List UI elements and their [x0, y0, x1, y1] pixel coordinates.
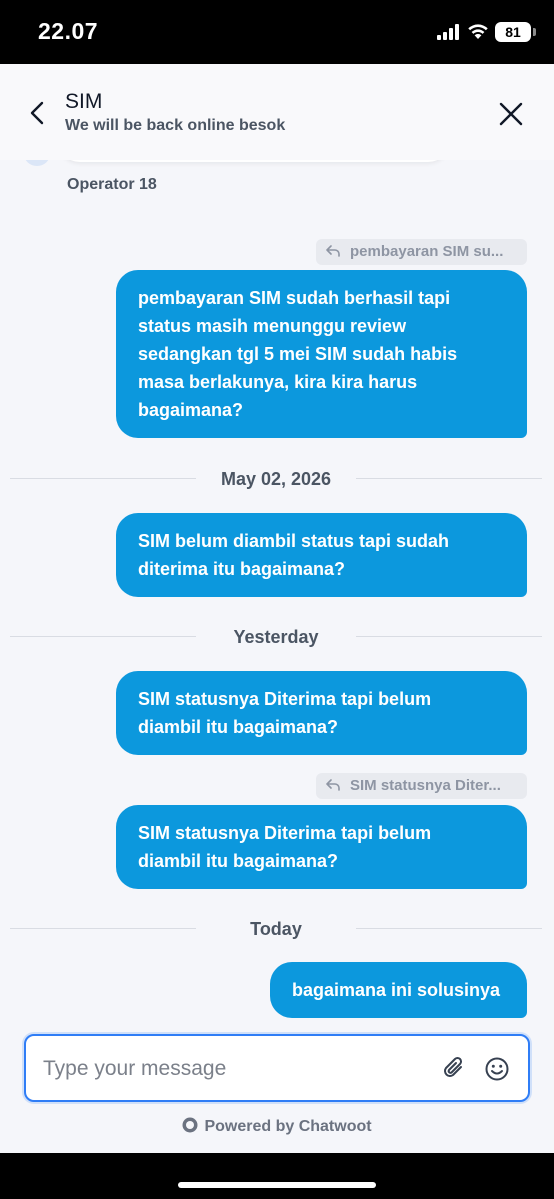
battery-level: 81 — [495, 22, 531, 42]
reply-preview-text: pembayaran SIM su... — [350, 243, 504, 261]
message-line: SIM statusnya Diterima tapi belum — [138, 689, 432, 709]
message-line: SIM statusnya Diterima tapi belum — [138, 823, 432, 843]
back-button[interactable] — [24, 98, 50, 128]
message-line: bagaimana? — [138, 400, 244, 420]
date-divider: May 02, 2026 — [10, 467, 542, 491]
outgoing-message-bubble[interactable]: pembayaran SIM sudah berhasil tapi statu… — [116, 270, 527, 438]
reply-preview-text: SIM statusnya Diter... — [350, 777, 501, 795]
message-input[interactable] — [43, 1054, 423, 1084]
message-line: diambil itu bagaimana? — [138, 851, 339, 871]
chat-header: SIM We will be back online besok — [0, 64, 554, 160]
emoji-smile-icon[interactable] — [483, 1055, 511, 1083]
message-line: sedangkan tgl 5 mei SIM sudah habis — [138, 344, 458, 364]
ios-status-bar: 22.07 81 — [0, 0, 554, 64]
status-time: 22.07 — [38, 18, 99, 44]
message-line: masa berlakunya, kira kira harus — [138, 372, 418, 392]
operator-name: Operator 18 — [67, 176, 157, 193]
date-divider-label: May 02, 2026 — [220, 469, 332, 489]
powered-by-link[interactable]: Powered by Chatwoot — [0, 1117, 554, 1136]
message-line: status masih menunggu review — [138, 316, 407, 336]
reply-icon — [326, 244, 340, 257]
message-line: SIM belum diambil status tapi sudah — [138, 531, 450, 551]
date-divider-label: Yesterday — [233, 627, 319, 647]
reply-icon — [326, 778, 340, 791]
reply-preview[interactable]: SIM statusnya Diter... — [316, 773, 527, 799]
chatwoot-logo-icon — [182, 1117, 198, 1133]
outgoing-message-bubble[interactable]: bagaimana ini solusinya — [270, 962, 527, 1018]
home-bar — [0, 1153, 554, 1199]
availability-status: We will be back online besok — [65, 117, 286, 134]
battery-tip — [533, 28, 536, 36]
chat-title: SIM — [65, 90, 103, 113]
message-composer — [24, 1034, 530, 1102]
date-divider: Yesterday — [10, 625, 542, 649]
date-divider: Today — [10, 917, 542, 941]
chat-window: SIM We will be back online besok Operato… — [0, 64, 554, 1153]
message-line: diterima itu bagaimana? — [138, 559, 346, 579]
outgoing-message-bubble[interactable]: SIM statusnya Diterima tapi belum diambi… — [116, 805, 527, 889]
message-line: pembayaran SIM sudah berhasil tapi — [138, 288, 451, 308]
attach-paperclip-icon[interactable] — [440, 1055, 468, 1083]
message-line: diambil itu bagaimana? — [138, 717, 339, 737]
close-button[interactable] — [496, 99, 526, 129]
message-line: bagaimana ini solusinya — [292, 980, 501, 1000]
wifi-icon — [468, 24, 488, 39]
signal-icon — [437, 24, 459, 40]
home-indicator[interactable] — [178, 1182, 376, 1188]
powered-by-text: Powered by Chatwoot — [204, 1118, 372, 1135]
date-divider-label: Today — [250, 919, 302, 939]
close-icon — [499, 102, 523, 126]
reply-preview[interactable]: pembayaran SIM su... — [316, 239, 527, 265]
outgoing-message-bubble[interactable]: SIM belum diambil status tapi sudah dite… — [116, 513, 527, 597]
back-chevron-icon — [30, 101, 44, 125]
outgoing-message-bubble[interactable]: SIM statusnya Diterima tapi belum diambi… — [116, 671, 527, 755]
